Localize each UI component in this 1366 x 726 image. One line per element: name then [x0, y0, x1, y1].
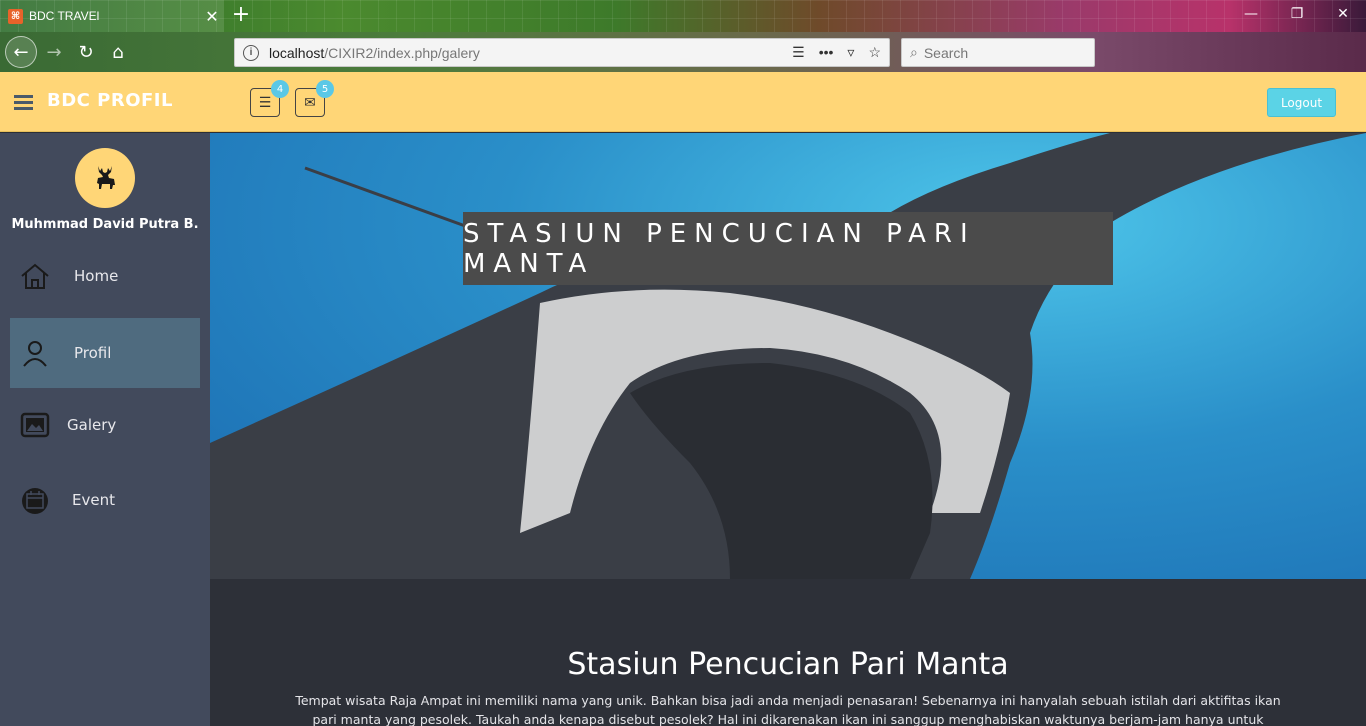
- messages-badge: 5: [316, 80, 334, 98]
- reload-icon[interactable]: ↻: [72, 38, 100, 66]
- search-icon: ⌕: [910, 44, 918, 60]
- brand-title: BDC PROFIL: [47, 90, 173, 111]
- new-tab-icon[interactable]: +: [230, 2, 252, 27]
- user-name: Muhmmad David Putra B.: [11, 217, 199, 232]
- manta-ray-image: [210, 133, 1366, 579]
- tasks-button[interactable]: ☰ 4: [250, 80, 289, 117]
- info-icon[interactable]: i: [243, 44, 259, 61]
- restore-icon[interactable]: ❐: [1274, 6, 1320, 22]
- tab-title: BDC TRAVEl: [29, 9, 100, 23]
- home-icon: [20, 261, 50, 291]
- back-icon[interactable]: ←: [5, 36, 37, 68]
- sidebar-item-label: Profil: [74, 344, 112, 362]
- page-actions-icon[interactable]: •••: [819, 44, 834, 61]
- app-header: BDC PROFIL ☰ 4 ✉ 5 Logout: [0, 72, 1366, 132]
- sidebar-item-label: Galery: [67, 416, 117, 434]
- deer-icon: [97, 166, 115, 189]
- sidebar-item-label: Home: [74, 267, 119, 285]
- hamburger-icon[interactable]: [14, 95, 33, 110]
- article-section: Stasiun Pencucian Pari Manta Tempat wisa…: [210, 579, 1366, 726]
- search-input[interactable]: ⌕ Search: [901, 38, 1095, 67]
- minimize-icon[interactable]: —: [1228, 6, 1274, 22]
- list-icon: ☰: [258, 94, 272, 111]
- gallery-icon: [20, 410, 50, 440]
- hero-image: STASIUN PENCUCIAN PARI MANTA: [210, 133, 1366, 579]
- favicon-icon: ⌘: [8, 8, 23, 24]
- tab-close-icon[interactable]: ✕: [200, 7, 224, 26]
- search-placeholder: Search: [923, 44, 969, 61]
- user-icon: [20, 338, 50, 368]
- reader-view-icon[interactable]: ☰: [792, 44, 805, 61]
- sidebar-item-home[interactable]: Home: [10, 241, 200, 311]
- sidebar-item-galery[interactable]: Galery: [10, 390, 200, 460]
- sidebar: Muhmmad David Putra B. Home Profil Galer…: [0, 133, 210, 726]
- tasks-badge: 4: [271, 80, 289, 98]
- url-bar[interactable]: i localhost /CIXIR2/index.php/galery ☰ •…: [234, 38, 890, 67]
- sidebar-item-event[interactable]: Event: [10, 465, 200, 535]
- sidebar-item-label: Event: [72, 491, 115, 509]
- url-path: /CIXIR2/index.php/galery: [324, 44, 480, 61]
- avatar: [75, 148, 135, 208]
- bookmark-star-icon[interactable]: ☆: [868, 44, 881, 61]
- article-title: Stasiun Pencucian Pari Manta: [567, 647, 1009, 682]
- sidebar-item-profil[interactable]: Profil: [10, 318, 200, 388]
- home-browser-icon[interactable]: ⌂: [104, 38, 132, 66]
- url-host: localhost: [269, 44, 325, 61]
- close-window-icon[interactable]: ✕: [1320, 6, 1366, 22]
- messages-button[interactable]: ✉ 5: [295, 80, 334, 117]
- logout-button[interactable]: Logout: [1267, 88, 1336, 117]
- envelope-icon: ✉: [304, 94, 316, 111]
- browser-titlebar: ⌘ BDC TRAVEl ✕ + — ❐ ✕: [0, 0, 1366, 32]
- browser-tab[interactable]: ⌘ BDC TRAVEl ✕: [0, 0, 224, 32]
- article-body: Tempat wisata Raja Ampat ini memiliki na…: [295, 693, 1281, 726]
- pocket-icon[interactable]: ▿: [847, 44, 854, 61]
- hero-title: STASIUN PENCUCIAN PARI MANTA: [463, 212, 1113, 285]
- calendar-icon: [20, 485, 50, 515]
- forward-icon[interactable]: →: [40, 38, 68, 66]
